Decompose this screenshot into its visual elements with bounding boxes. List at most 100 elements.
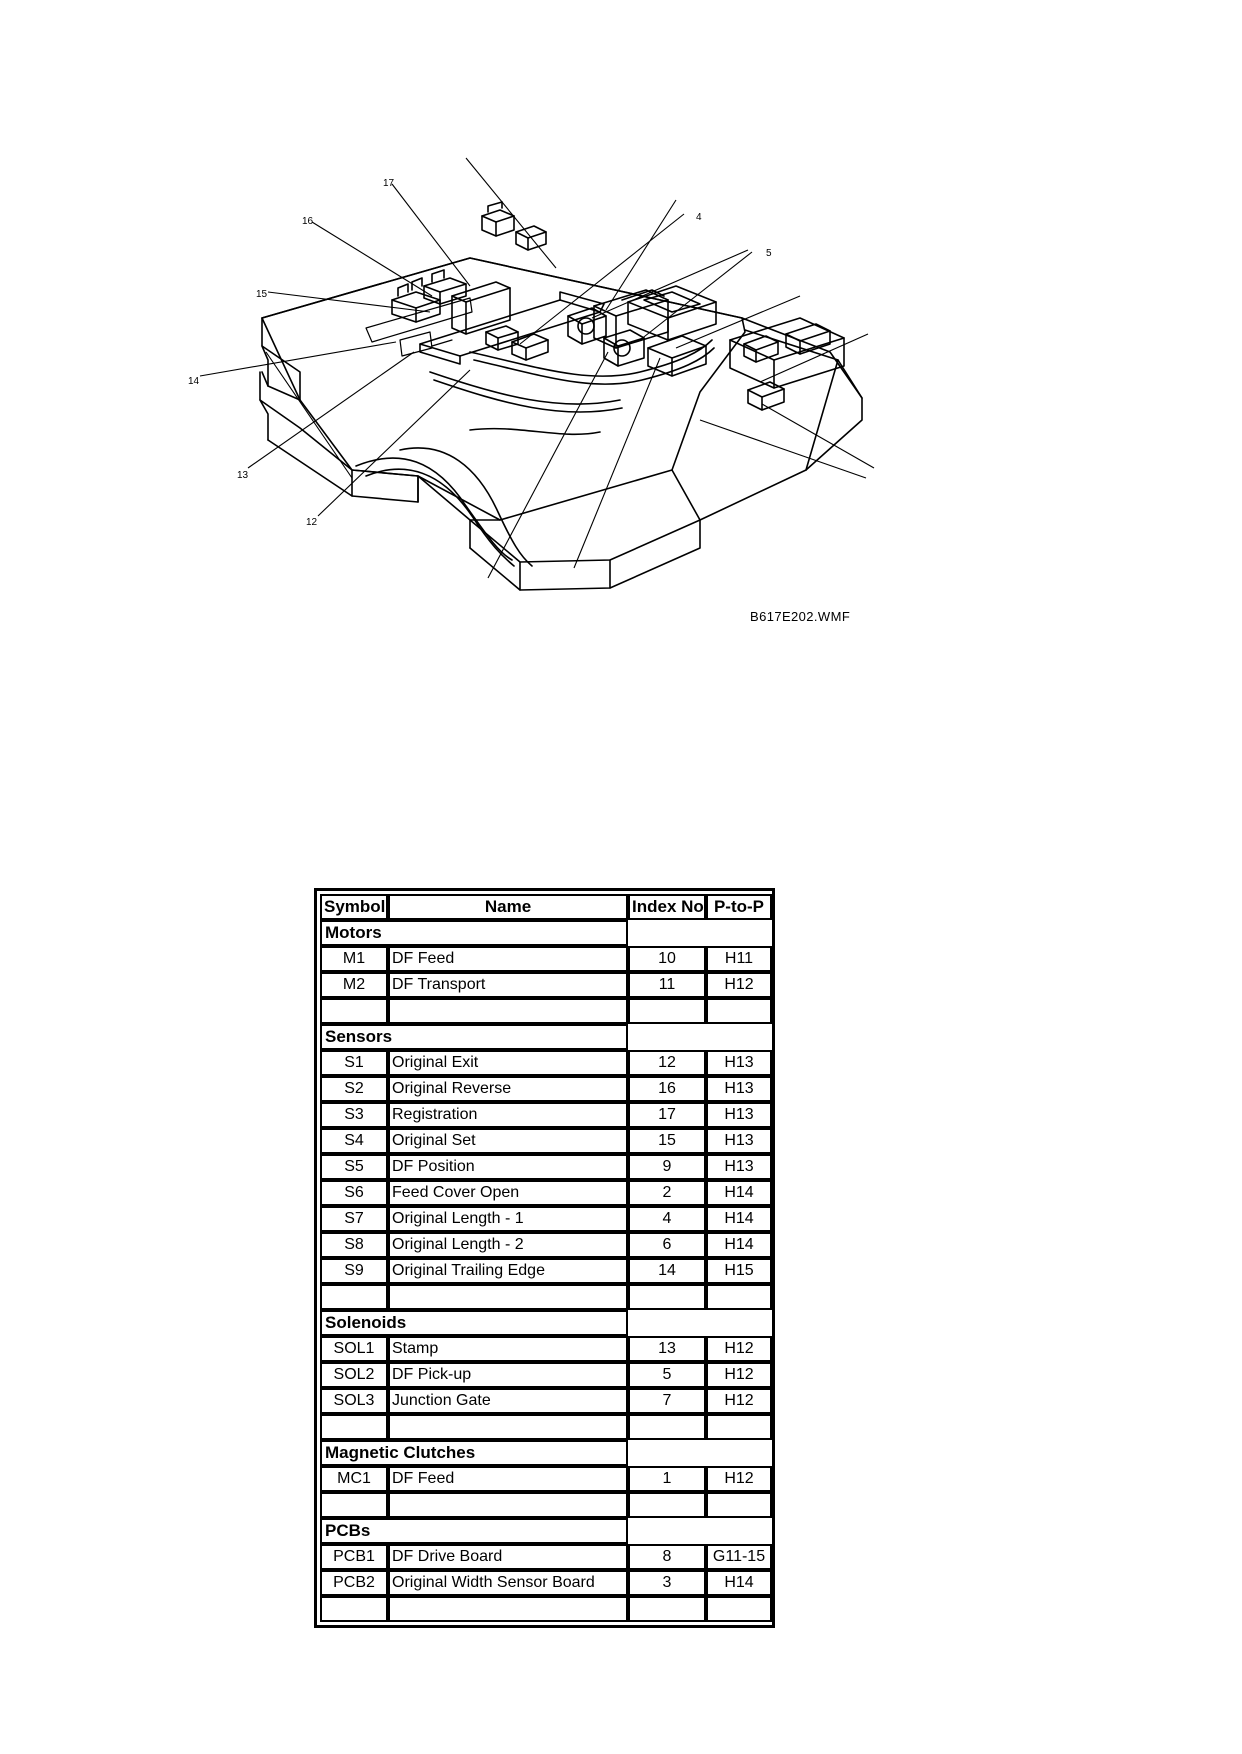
spacer-cell xyxy=(320,1596,388,1622)
table-row: S6 Feed Cover Open 2 H14 xyxy=(320,1180,772,1206)
table-spacer-row xyxy=(320,1596,772,1622)
cell-index-no: 14 xyxy=(628,1258,706,1284)
table-row: S4 Original Set 15 H13 xyxy=(320,1128,772,1154)
spacer-cell xyxy=(706,998,772,1024)
spacer-cell xyxy=(320,1492,388,1518)
cell-symbol: S6 xyxy=(320,1180,388,1206)
spacer-cell xyxy=(706,1284,772,1310)
spacer-cell xyxy=(388,998,628,1024)
cell-p-to-p: H12 xyxy=(706,972,772,998)
cell-symbol: S4 xyxy=(320,1128,388,1154)
cell-name: Registration xyxy=(388,1102,628,1128)
table-row: S3 Registration 17 H13 xyxy=(320,1102,772,1128)
table-row: S1 Original Exit 12 H13 xyxy=(320,1050,772,1076)
cell-p-to-p: H12 xyxy=(706,1466,772,1492)
spacer-cell xyxy=(388,1596,628,1622)
table-row: PCB2 Original Width Sensor Board 3 H14 xyxy=(320,1570,772,1596)
callout-5: 5 xyxy=(766,248,772,259)
cell-name: Original Set xyxy=(388,1128,628,1154)
cell-p-to-p: H13 xyxy=(706,1102,772,1128)
header-index-no: Index No. xyxy=(628,894,706,920)
group-blank-cell xyxy=(706,920,772,946)
cell-index-no: 8 xyxy=(628,1544,706,1570)
spacer-cell xyxy=(628,1596,706,1622)
cell-name: DF Transport xyxy=(388,972,628,998)
cell-p-to-p: H12 xyxy=(706,1362,772,1388)
table-row: M1 DF Feed 10 H11 xyxy=(320,946,772,972)
cell-p-to-p: H13 xyxy=(706,1128,772,1154)
table-row: S8 Original Length - 2 6 H14 xyxy=(320,1232,772,1258)
table-row: S7 Original Length - 1 4 H14 xyxy=(320,1206,772,1232)
cell-name: Original Trailing Edge xyxy=(388,1258,628,1284)
cell-p-to-p: H14 xyxy=(706,1232,772,1258)
table-group-header-row: Sensors xyxy=(320,1024,772,1050)
header-name: Name xyxy=(388,894,628,920)
table-row: SOL2 DF Pick-up 5 H12 xyxy=(320,1362,772,1388)
cell-index-no: 17 xyxy=(628,1102,706,1128)
cell-symbol: M1 xyxy=(320,946,388,972)
table-row: MC1 DF Feed 1 H12 xyxy=(320,1466,772,1492)
group-blank-cell xyxy=(706,1440,772,1466)
cell-p-to-p: H14 xyxy=(706,1180,772,1206)
exploded-view-figure: 17 16 15 14 13 12 4 5 B617E202.WMF xyxy=(0,0,1242,700)
cell-index-no: 16 xyxy=(628,1076,706,1102)
cell-name: Stamp xyxy=(388,1336,628,1362)
cell-p-to-p: H12 xyxy=(706,1336,772,1362)
cell-p-to-p: H11 xyxy=(706,946,772,972)
spacer-cell xyxy=(320,1414,388,1440)
cell-index-no: 10 xyxy=(628,946,706,972)
cell-index-no: 13 xyxy=(628,1336,706,1362)
spacer-cell xyxy=(628,1284,706,1310)
cell-symbol: PCB1 xyxy=(320,1544,388,1570)
cell-name: DF Pick-up xyxy=(388,1362,628,1388)
group-blank-cell xyxy=(628,1310,706,1336)
cell-symbol: M2 xyxy=(320,972,388,998)
table-row: PCB1 DF Drive Board 8 G11-15 xyxy=(320,1544,772,1570)
cell-name: Original Exit xyxy=(388,1050,628,1076)
cell-p-to-p: G11-15 xyxy=(706,1544,772,1570)
spacer-cell xyxy=(706,1596,772,1622)
cell-index-no: 15 xyxy=(628,1128,706,1154)
table-spacer-row xyxy=(320,998,772,1024)
cell-index-no: 2 xyxy=(628,1180,706,1206)
cell-index-no: 9 xyxy=(628,1154,706,1180)
figure-caption: B617E202.WMF xyxy=(750,609,851,624)
cell-symbol: S2 xyxy=(320,1076,388,1102)
cell-index-no: 11 xyxy=(628,972,706,998)
cell-symbol: SOL3 xyxy=(320,1388,388,1414)
cell-name: Junction Gate xyxy=(388,1388,628,1414)
group-blank-cell xyxy=(706,1024,772,1050)
table-group-header-row: Solenoids xyxy=(320,1310,772,1336)
cell-symbol: S7 xyxy=(320,1206,388,1232)
spacer-cell xyxy=(628,998,706,1024)
cell-p-to-p: H13 xyxy=(706,1050,772,1076)
cell-index-no: 12 xyxy=(628,1050,706,1076)
group-title: Solenoids xyxy=(320,1310,628,1336)
table-row: M2 DF Transport 11 H12 xyxy=(320,972,772,998)
parts-list-table-container: Symbol Name Index No. P-to-P Motors M1 DF … xyxy=(314,888,775,1628)
table-row: S2 Original Reverse 16 H13 xyxy=(320,1076,772,1102)
cell-p-to-p: H14 xyxy=(706,1570,772,1596)
group-blank-cell xyxy=(628,1518,706,1544)
callout-17: 17 xyxy=(383,178,395,189)
table-row: SOL1 Stamp 13 H12 xyxy=(320,1336,772,1362)
callout-15: 15 xyxy=(256,289,268,300)
spacer-cell xyxy=(320,998,388,1024)
cell-name: Original Length - 1 xyxy=(388,1206,628,1232)
cell-index-no: 1 xyxy=(628,1466,706,1492)
cell-symbol: SOL2 xyxy=(320,1362,388,1388)
table-spacer-row xyxy=(320,1284,772,1310)
cell-name: Original Reverse xyxy=(388,1076,628,1102)
spacer-cell xyxy=(706,1414,772,1440)
cell-p-to-p: H14 xyxy=(706,1206,772,1232)
spacer-cell xyxy=(320,1284,388,1310)
cell-index-no: 3 xyxy=(628,1570,706,1596)
table-row: S9 Original Trailing Edge 14 H15 xyxy=(320,1258,772,1284)
table-header-row: Symbol Name Index No. P-to-P xyxy=(320,894,772,920)
cell-p-to-p: H13 xyxy=(706,1076,772,1102)
group-blank-cell xyxy=(628,1024,706,1050)
cell-symbol: MC1 xyxy=(320,1466,388,1492)
spacer-cell xyxy=(388,1284,628,1310)
spacer-cell xyxy=(628,1414,706,1440)
callout-4: 4 xyxy=(696,212,702,223)
